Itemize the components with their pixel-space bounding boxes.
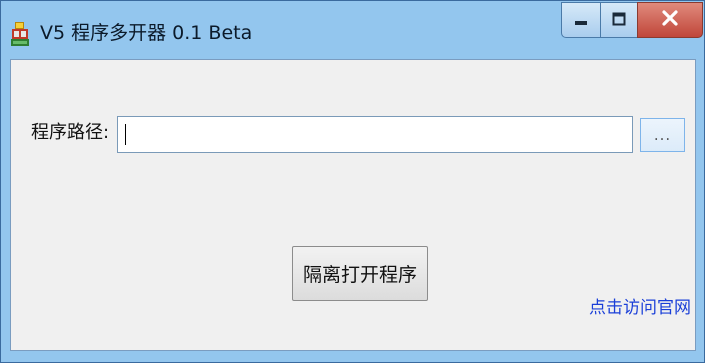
- program-path-label: 程序路径:: [31, 122, 110, 143]
- isolated-open-button[interactable]: 隔离打开程序: [292, 246, 428, 301]
- official-site-link[interactable]: 点击访问官网: [589, 297, 691, 319]
- window-title: V5 程序多开器 0.1 Beta: [40, 22, 253, 44]
- app-icon: [10, 21, 30, 47]
- program-path-input[interactable]: [117, 116, 633, 153]
- close-icon: [662, 10, 678, 30]
- app-window: V5 程序多开器 0.1 Beta 程序路径: ... 隔离打开程序 点击访问官…: [0, 0, 705, 363]
- text-caret: [125, 124, 126, 145]
- browse-button[interactable]: ...: [640, 118, 685, 152]
- client-area: 程序路径: ... 隔离打开程序 点击访问官网: [10, 59, 696, 351]
- close-button[interactable]: [637, 2, 703, 38]
- minimize-button[interactable]: [561, 2, 601, 38]
- title-bar[interactable]: V5 程序多开器 0.1 Beta: [1, 1, 704, 59]
- maximize-icon: [612, 11, 626, 30]
- maximize-button[interactable]: [600, 2, 638, 38]
- minimize-icon: [574, 11, 588, 30]
